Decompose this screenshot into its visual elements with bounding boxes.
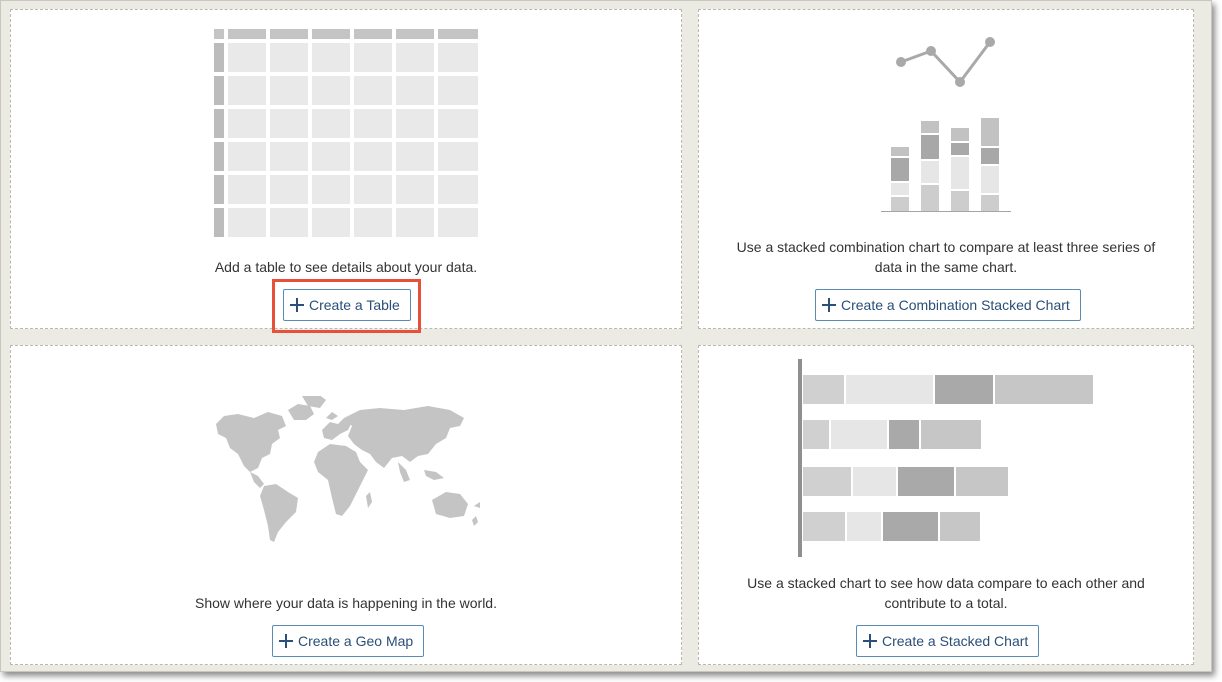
plus-icon [290,298,304,312]
world-map-icon [216,396,480,542]
create-stacked-chart-button[interactable]: Create a Stacked Chart [856,625,1040,657]
create-table-label: Create a Table [309,297,400,313]
geo-description: Show where your data is happening in the… [195,595,497,611]
plus-icon [863,634,877,648]
stacked-chart-tile: Use a stacked chart to see how data comp… [698,345,1194,665]
combination-description-line2: data in the same chart. [874,259,1018,275]
create-combination-stacked-chart-button[interactable]: Create a Combination Stacked Chart [815,289,1081,321]
stacked-description-line1: Use a stacked chart to see how data comp… [747,575,1145,591]
stacked-description-line2: contribute to a total. [884,595,1008,611]
combination-description-line1: Use a stacked combination chart to compa… [736,239,1156,255]
combination-chart-icon [881,37,1011,212]
create-geo-map-label: Create a Geo Map [298,633,414,649]
geo-map-tile: Show where your data is happening in the… [10,345,682,665]
table-description: Add a table to see details about your da… [214,259,478,275]
create-table-button[interactable]: Create a Table [283,289,411,321]
create-stacked-chart-label: Create a Stacked Chart [882,633,1029,649]
canvas-frame: Add a table to see details about your da… [0,0,1212,672]
create-geo-map-button[interactable]: Create a Geo Map [272,625,425,657]
table-tile: Add a table to see details about your da… [10,9,682,333]
create-combination-label: Create a Combination Stacked Chart [841,297,1070,313]
plus-icon [822,298,836,312]
plus-icon [279,634,293,648]
stacked-bar-chart-icon [798,359,1093,557]
table-grid-icon [214,29,478,237]
combination-chart-tile: Use a stacked combination chart to compa… [698,9,1194,329]
